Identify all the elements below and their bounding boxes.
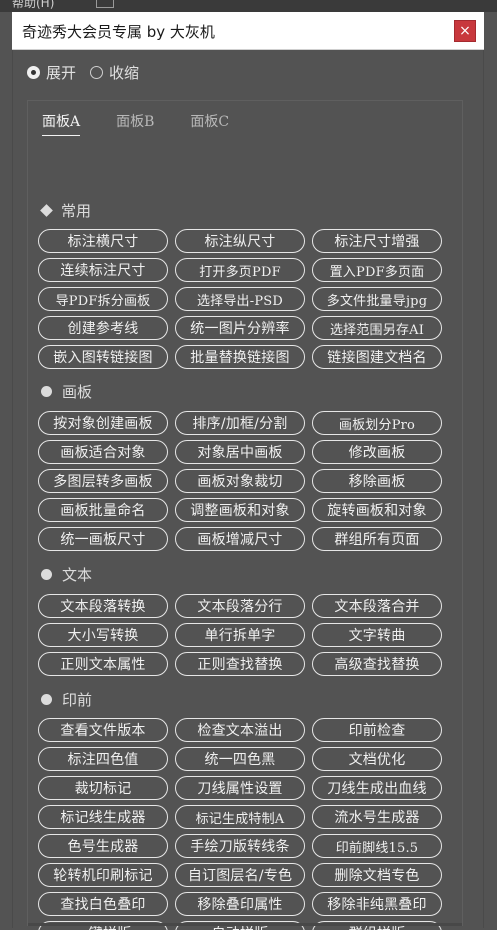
tab-panel-a[interactable]: 面板A — [42, 111, 81, 136]
section-title: 印前 — [62, 690, 93, 709]
plugin-panel: 展开 收缩 面板A 面板B 面板C 常用标注横尺寸 标注纵尺寸 标注尺寸增强连续标注… — [12, 50, 484, 930]
tool-button[interactable]: 排序/加框/分割 — [175, 411, 305, 435]
collapse-radio[interactable] — [90, 65, 104, 79]
section-header: 常用 — [40, 200, 91, 220]
tool-button[interactable]: 画板对象裁切 — [175, 469, 305, 493]
expand-radio-label[interactable]: 展开 — [46, 62, 76, 83]
panel-tabs: 面板A 面板B 面板C — [42, 111, 229, 136]
tool-button[interactable]: 删除文档专色 — [312, 863, 442, 887]
background-menu-text: 帮助(H) — [12, 0, 55, 10]
tab-panel-c[interactable]: 面板C — [190, 111, 229, 136]
tool-button[interactable]: 创建参考线 — [38, 316, 168, 340]
tool-button[interactable]: 查看文件版本 — [38, 718, 168, 742]
tool-button[interactable]: 画板适合对象 — [38, 440, 168, 464]
tool-button[interactable]: 调整画板和对象 — [175, 498, 305, 522]
tool-button[interactable]: 正则文本属性 — [38, 652, 168, 676]
section-header: 印前 — [40, 689, 92, 709]
dialog-title: 奇迹秀大会员专属 by 大灰机 — [22, 23, 215, 41]
tool-button[interactable]: 标注纵尺寸 — [175, 229, 305, 253]
tool-button[interactable]: 统一画板尺寸 — [38, 527, 168, 551]
tool-button[interactable]: 移除非纯黑叠印 — [312, 892, 442, 916]
tool-button[interactable]: 刀线属性设置 — [175, 776, 305, 800]
tool-container: 面板A 面板B 面板C 常用标注横尺寸 标注纵尺寸 标注尺寸增强连续标注尺寸 打开多页… — [27, 100, 463, 930]
tool-button[interactable]: 链接图建文档名 — [312, 345, 442, 369]
tool-button[interactable]: 选择范围另存AI — [312, 316, 442, 340]
panel-bottom-edge — [28, 923, 462, 926]
tool-button[interactable]: 色号生成器 — [38, 834, 168, 858]
tool-button[interactable]: 导PDF拆分画板 — [38, 287, 168, 311]
tool-button[interactable]: 正则查找替换 — [175, 652, 305, 676]
tool-button[interactable]: 移除画板 — [312, 469, 442, 493]
tool-button[interactable]: 印前检查 — [312, 718, 442, 742]
tool-button[interactable]: 流水号生成器 — [312, 805, 442, 829]
tool-button[interactable]: 画板批量命名 — [38, 498, 168, 522]
tool-button[interactable]: 画板增减尺寸 — [175, 527, 305, 551]
tool-button[interactable]: 批量替换链接图 — [175, 345, 305, 369]
dialog-titlebar: 奇迹秀大会员专属 by 大灰机 × — [12, 12, 484, 50]
diamond-icon — [40, 203, 53, 217]
tool-button[interactable]: 标注尺寸增强 — [312, 229, 442, 253]
tool-button[interactable]: 文档优化 — [312, 747, 442, 771]
button-grid: 文本段落转换 文本段落分行 文本段落合并大小写转换 单行拆单字 文字转曲正则文本属性 正则… — [38, 594, 442, 676]
tab-panel-b[interactable]: 面板B — [116, 111, 154, 136]
button-grid: 按对象创建画板 排序/加框/分割 画板划分Pro 画板适合对象 对象居中画板 修改画板多图… — [38, 411, 442, 551]
tool-button[interactable]: 文本段落合并 — [312, 594, 442, 618]
tool-button[interactable]: 查找白色叠印 — [38, 892, 168, 916]
tool-button[interactable]: 裁切标记 — [38, 776, 168, 800]
tool-button[interactable]: 多文件批量导jpg — [312, 287, 442, 311]
tool-button[interactable]: 按对象创建画板 — [38, 411, 168, 435]
section-header: 文本 — [40, 564, 92, 584]
tool-button[interactable]: 移除叠印属性 — [175, 892, 305, 916]
section-title: 文本 — [62, 565, 93, 584]
button-grid: 查看文件版本 检查文本溢出 印前检查标注四色值 统一四色黑 文档优化裁切标记 刀线属性设置… — [38, 718, 442, 930]
workspace-grid-icon — [96, 0, 114, 8]
tool-button[interactable]: 标注横尺寸 — [38, 229, 168, 253]
tool-button[interactable]: 旋转画板和对象 — [312, 498, 442, 522]
close-button[interactable]: × — [454, 20, 476, 42]
tool-button[interactable]: 高级查找替换 — [312, 652, 442, 676]
tool-button[interactable]: 对象居中画板 — [175, 440, 305, 464]
tool-button[interactable]: 标注四色值 — [38, 747, 168, 771]
tool-button[interactable]: 群组所有页面 — [312, 527, 442, 551]
section-title: 画板 — [62, 382, 93, 401]
tool-button[interactable]: 连续标注尺寸 — [38, 258, 168, 282]
tool-button[interactable]: 统一图片分辨率 — [175, 316, 305, 340]
tool-button[interactable]: 检查文本溢出 — [175, 718, 305, 742]
dot-icon — [41, 568, 52, 580]
tool-button[interactable]: 打开多页PDF — [175, 258, 305, 282]
tool-button[interactable]: 大小写转换 — [38, 623, 168, 647]
mode-radio-group: 展开 收缩 — [27, 61, 153, 83]
dot-icon — [41, 385, 52, 397]
tool-button[interactable]: 画板划分Pro — [312, 411, 442, 435]
tool-button[interactable]: 修改画板 — [312, 440, 442, 464]
tool-button[interactable]: 单行拆单字 — [175, 623, 305, 647]
tool-button[interactable]: 统一四色黑 — [175, 747, 305, 771]
tool-button[interactable]: 文字转曲 — [312, 623, 442, 647]
tool-button[interactable]: 自订图层名/专色 — [175, 863, 305, 887]
tool-button[interactable]: 文本段落分行 — [175, 594, 305, 618]
tool-button[interactable]: 轮转机印刷标记 — [38, 863, 168, 887]
expand-radio[interactable] — [27, 65, 40, 79]
background-window-strip: 帮助(H) — [0, 0, 497, 12]
tool-button[interactable]: 嵌入图转链接图 — [38, 345, 168, 369]
collapse-radio-label[interactable]: 收缩 — [109, 62, 139, 83]
dot-icon — [41, 693, 52, 705]
tool-button[interactable]: 刀线生成出血线 — [312, 776, 442, 800]
tool-button[interactable]: 文本段落转换 — [38, 594, 168, 618]
tool-button[interactable]: 标记线生成器 — [38, 805, 168, 829]
tool-button[interactable]: 置入PDF多页面 — [312, 258, 442, 282]
section-title: 常用 — [61, 201, 92, 220]
tool-button[interactable]: 手绘刀版转线条 — [175, 834, 305, 858]
tool-button[interactable]: 印前脚线15.5 — [312, 834, 442, 858]
section-header: 画板 — [40, 381, 92, 401]
tool-button[interactable]: 多图层转多画板 — [38, 469, 168, 493]
tool-button[interactable]: 选择导出-PSD — [175, 287, 305, 311]
tool-button[interactable]: 标记生成特制A — [175, 805, 305, 829]
button-grid: 标注横尺寸 标注纵尺寸 标注尺寸增强连续标注尺寸 打开多页PDF 置入PDF多页面导PD… — [38, 229, 442, 369]
